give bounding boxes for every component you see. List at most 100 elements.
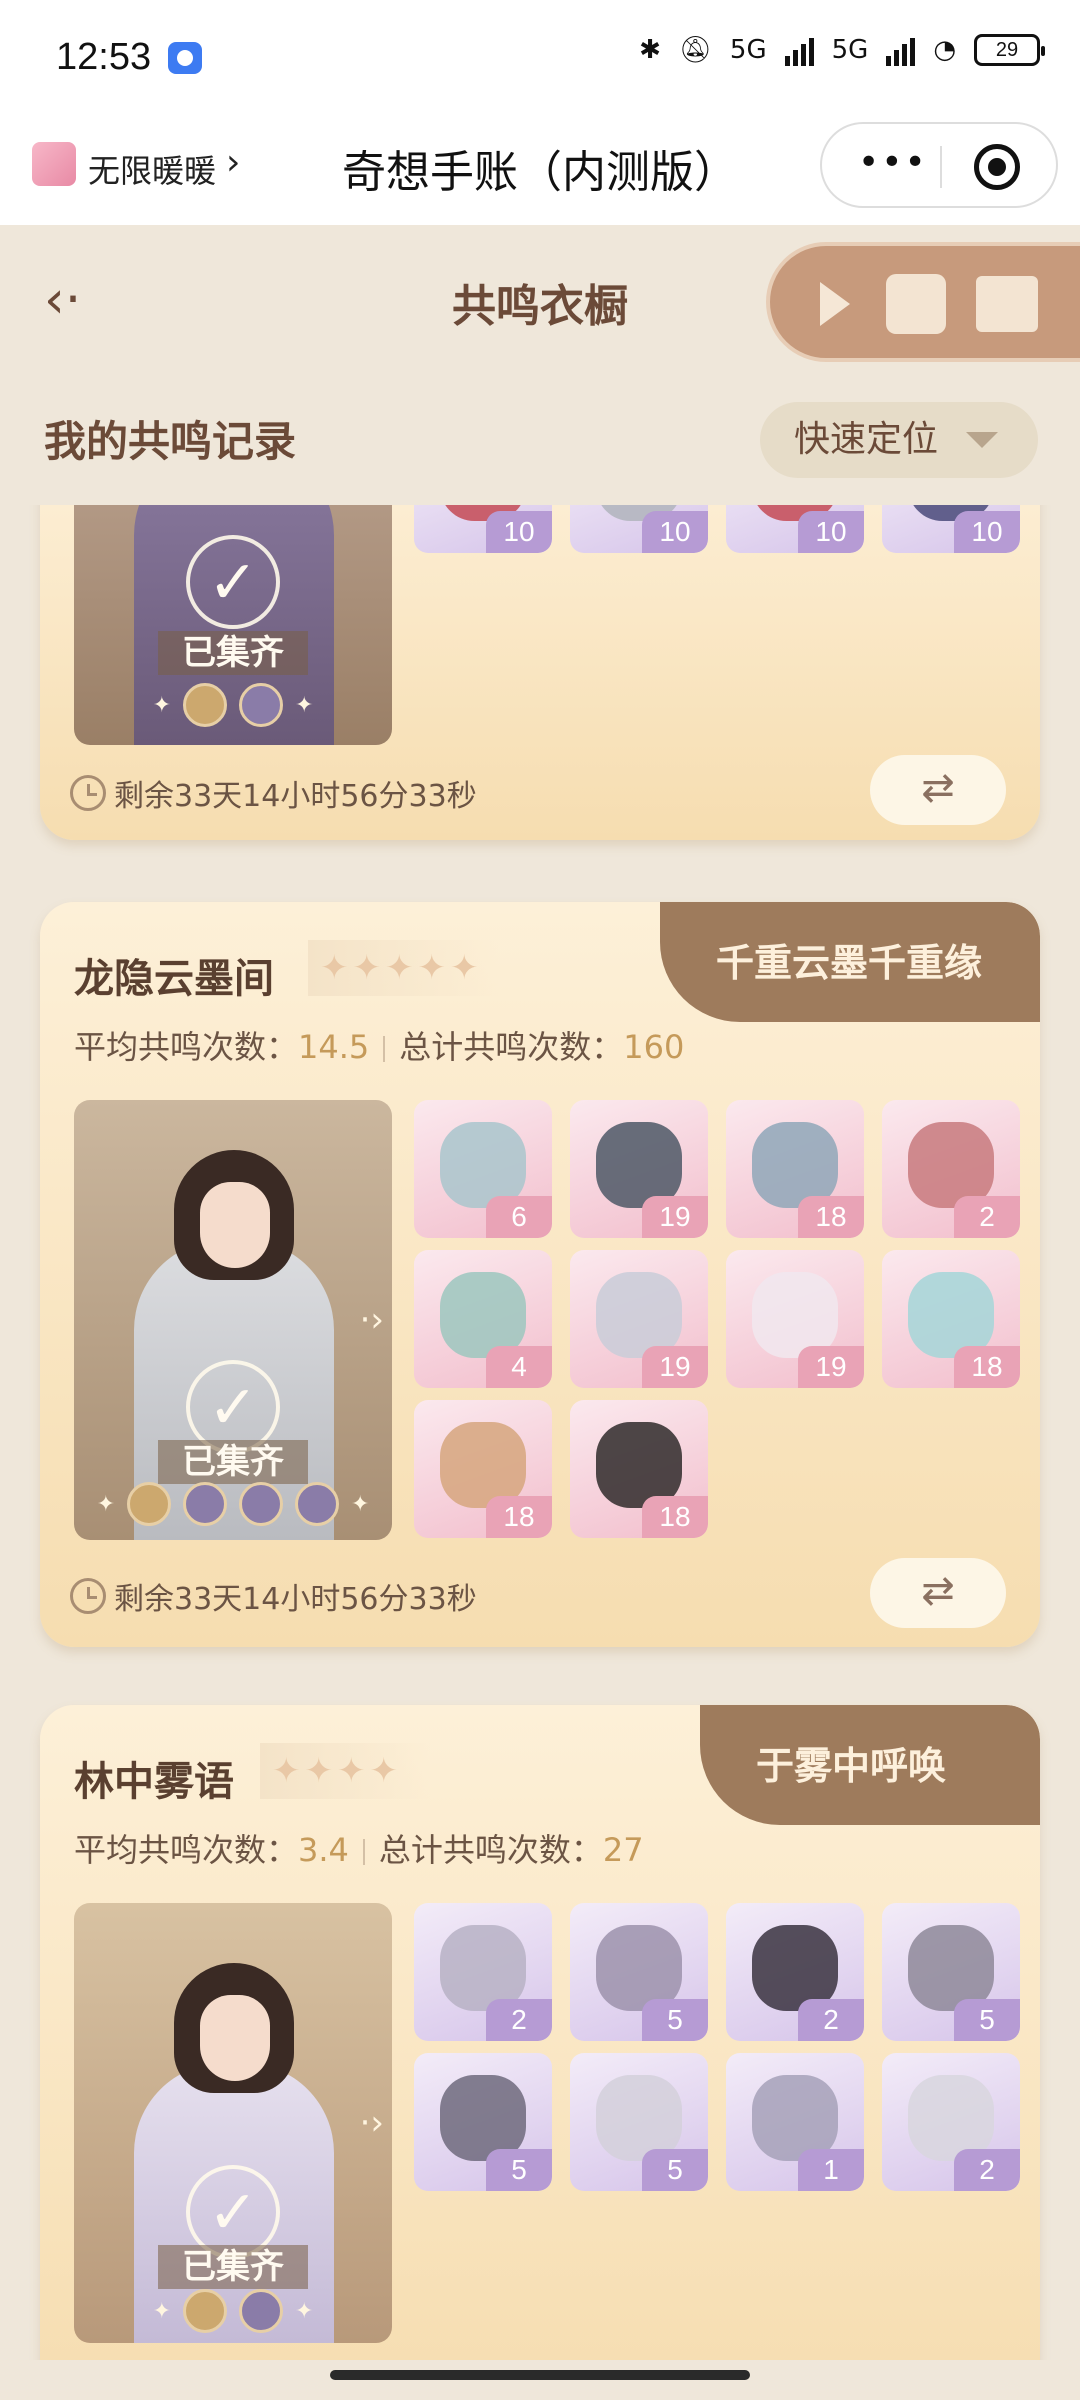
signal-icon-2 — [886, 34, 916, 66]
item-tile[interactable]: 6 — [414, 1100, 552, 1238]
status-icons: ✱ 🔕︎ 5G 5G ◔ 29 — [639, 34, 1045, 66]
tool-pill — [766, 242, 1080, 362]
avg-label: 平均共鸣次数： — [74, 1831, 299, 1869]
outfit-card: ✓ 已集齐 ✦✦ ·› 10 10 10 10 剩余33天14小时56分33秒 … — [40, 505, 1040, 840]
collected-label: 已集齐 — [74, 2239, 392, 2289]
outfit-portrait[interactable]: ✓ 已集齐 ✦✦ ·› — [74, 1100, 392, 1540]
time-remaining: 剩余33天14小时56分33秒 — [70, 1574, 477, 1618]
star-rating: ✦ ✦ ✦ ✦ — [260, 1743, 430, 1799]
avg-label: 平均共鸣次数： — [74, 1028, 299, 1066]
item-count: 2 — [798, 1999, 864, 2041]
item-count: 5 — [642, 2149, 708, 2191]
item-count: 5 — [642, 1999, 708, 2041]
item-tile[interactable]: 19 — [570, 1250, 708, 1388]
star-icon: ✦ — [272, 1751, 301, 1791]
quick-locate-label: 快速定位 — [794, 419, 939, 460]
star-icon: ✦ — [385, 948, 414, 988]
avg-value: 3.4 — [298, 1831, 349, 1869]
item-count: 5 — [954, 1999, 1020, 2041]
item-tile[interactable]: 5 — [570, 1903, 708, 2041]
graduation-cap-icon[interactable] — [886, 274, 946, 334]
item-count: 18 — [798, 1196, 864, 1238]
home-indicator[interactable] — [330, 2370, 750, 2380]
item-tile[interactable]: 5 — [570, 2053, 708, 2191]
item-tile[interactable]: 5 — [882, 1903, 1020, 2041]
miniprogram-bar: 无限暖暖 › 奇想手账（内测版） ••• — [0, 110, 1080, 225]
item-tile[interactable]: 18 — [570, 1400, 708, 1538]
stats-divider — [362, 1839, 365, 1865]
item-count: 10 — [954, 511, 1020, 553]
resonance-badges: ✦ ✦ — [74, 2289, 392, 2333]
item-tile[interactable]: 10 — [414, 505, 552, 553]
item-tile[interactable]: 10 — [882, 505, 1020, 553]
portrait-face — [200, 1182, 270, 1268]
close-miniprogram-button[interactable] — [974, 144, 1020, 190]
total-value: 160 — [623, 1028, 685, 1066]
outfit-portrait[interactable]: ✓ 已集齐 ✦✦ ·› — [74, 1903, 392, 2343]
item-count: 2 — [954, 2149, 1020, 2191]
badge-icon — [127, 1482, 171, 1526]
collected-label: 已集齐 — [74, 625, 392, 675]
outfit-portrait[interactable]: ✓ 已集齐 ✦✦ ·› — [74, 505, 392, 745]
star-icon: ✦ — [369, 1751, 399, 1791]
item-tile[interactable]: 19 — [570, 1100, 708, 1238]
network-label-2: 5G — [831, 35, 869, 65]
resonance-badges: ✦ ✦ — [74, 1482, 392, 1526]
item-tile[interactable]: 2 — [882, 2053, 1020, 2191]
bluetooth-icon: ✱ — [639, 35, 661, 65]
star-icon: ✦ — [352, 948, 382, 988]
item-count: 2 — [954, 1196, 1020, 1238]
item-tile[interactable]: 19 — [726, 1250, 864, 1388]
item-tile[interactable]: 2 — [882, 1100, 1020, 1238]
star-icon: ✦ — [417, 948, 447, 988]
swap-button[interactable]: ⇄ — [870, 1558, 1006, 1628]
map-pin-icon[interactable] — [976, 276, 1038, 332]
item-count: 10 — [642, 511, 708, 553]
resonance-badges: ✦ ✦ — [74, 683, 392, 727]
status-time: 12:53 — [56, 36, 152, 78]
arrow-right-icon: ·› — [359, 1300, 384, 1340]
badge-icon — [239, 683, 283, 727]
badge-icon — [183, 683, 227, 727]
section-title: 我的共鸣记录 — [44, 417, 297, 466]
item-tile[interactable]: 18 — [882, 1250, 1020, 1388]
item-tile[interactable]: 5 — [414, 2053, 552, 2191]
wifi-icon: ◔ — [933, 35, 956, 65]
item-tile[interactable]: 4 — [414, 1250, 552, 1388]
badge-icon — [239, 2289, 283, 2333]
item-count: 19 — [642, 1346, 708, 1388]
capsule-menu: ••• — [820, 122, 1058, 208]
item-count: 10 — [798, 511, 864, 553]
outfit-series-banner: 千重云墨千重缘 — [660, 902, 1040, 1022]
item-tile[interactable]: 2 — [726, 1903, 864, 2041]
item-tile[interactable]: 10 — [726, 505, 864, 553]
item-count: 19 — [642, 1196, 708, 1238]
outfit-card: 于雾中呼唤 林中雾语 ✦ ✦ ✦ ✦ 平均共鸣次数：3.4 总计共鸣次数：27 ✓… — [40, 1705, 1040, 2360]
star-icon: ✦ — [320, 948, 349, 988]
avg-value: 14.5 — [298, 1028, 370, 1066]
star-icon: ✦ — [450, 948, 479, 988]
time-remaining-text: 剩余33天14小时56分33秒 — [114, 1582, 477, 1617]
item-count: 4 — [486, 1346, 552, 1388]
quick-locate-button[interactable]: 快速定位 — [760, 402, 1038, 478]
item-tile[interactable]: 18 — [726, 1100, 864, 1238]
check-icon: ✓ — [186, 535, 280, 629]
play-icon[interactable] — [820, 282, 850, 326]
item-count: 2 — [486, 1999, 552, 2041]
swap-button[interactable]: ⇄ — [870, 755, 1006, 825]
item-tile[interactable]: 1 — [726, 2053, 864, 2191]
arrow-right-icon: ·› — [359, 2103, 384, 2143]
item-tile[interactable]: 2 — [414, 1903, 552, 2041]
mute-icon: 🔕︎ — [678, 35, 712, 65]
status-bar: 12:53 ✱ 🔕︎ 5G 5G ◔ 29 — [0, 0, 1080, 110]
record-list[interactable]: ✓ 已集齐 ✦✦ ·› 10 10 10 10 剩余33天14小时56分33秒 … — [0, 505, 1080, 2360]
clock-icon — [70, 1578, 106, 1614]
total-value: 27 — [602, 1831, 644, 1869]
capsule-divider — [940, 146, 942, 188]
more-menu-button[interactable]: ••• — [858, 145, 928, 181]
item-tile[interactable]: 18 — [414, 1400, 552, 1538]
item-tile[interactable]: 10 — [570, 505, 708, 553]
item-count: 19 — [798, 1346, 864, 1388]
badge-icon — [183, 2289, 227, 2333]
star-icon: ✦ — [337, 1751, 366, 1791]
